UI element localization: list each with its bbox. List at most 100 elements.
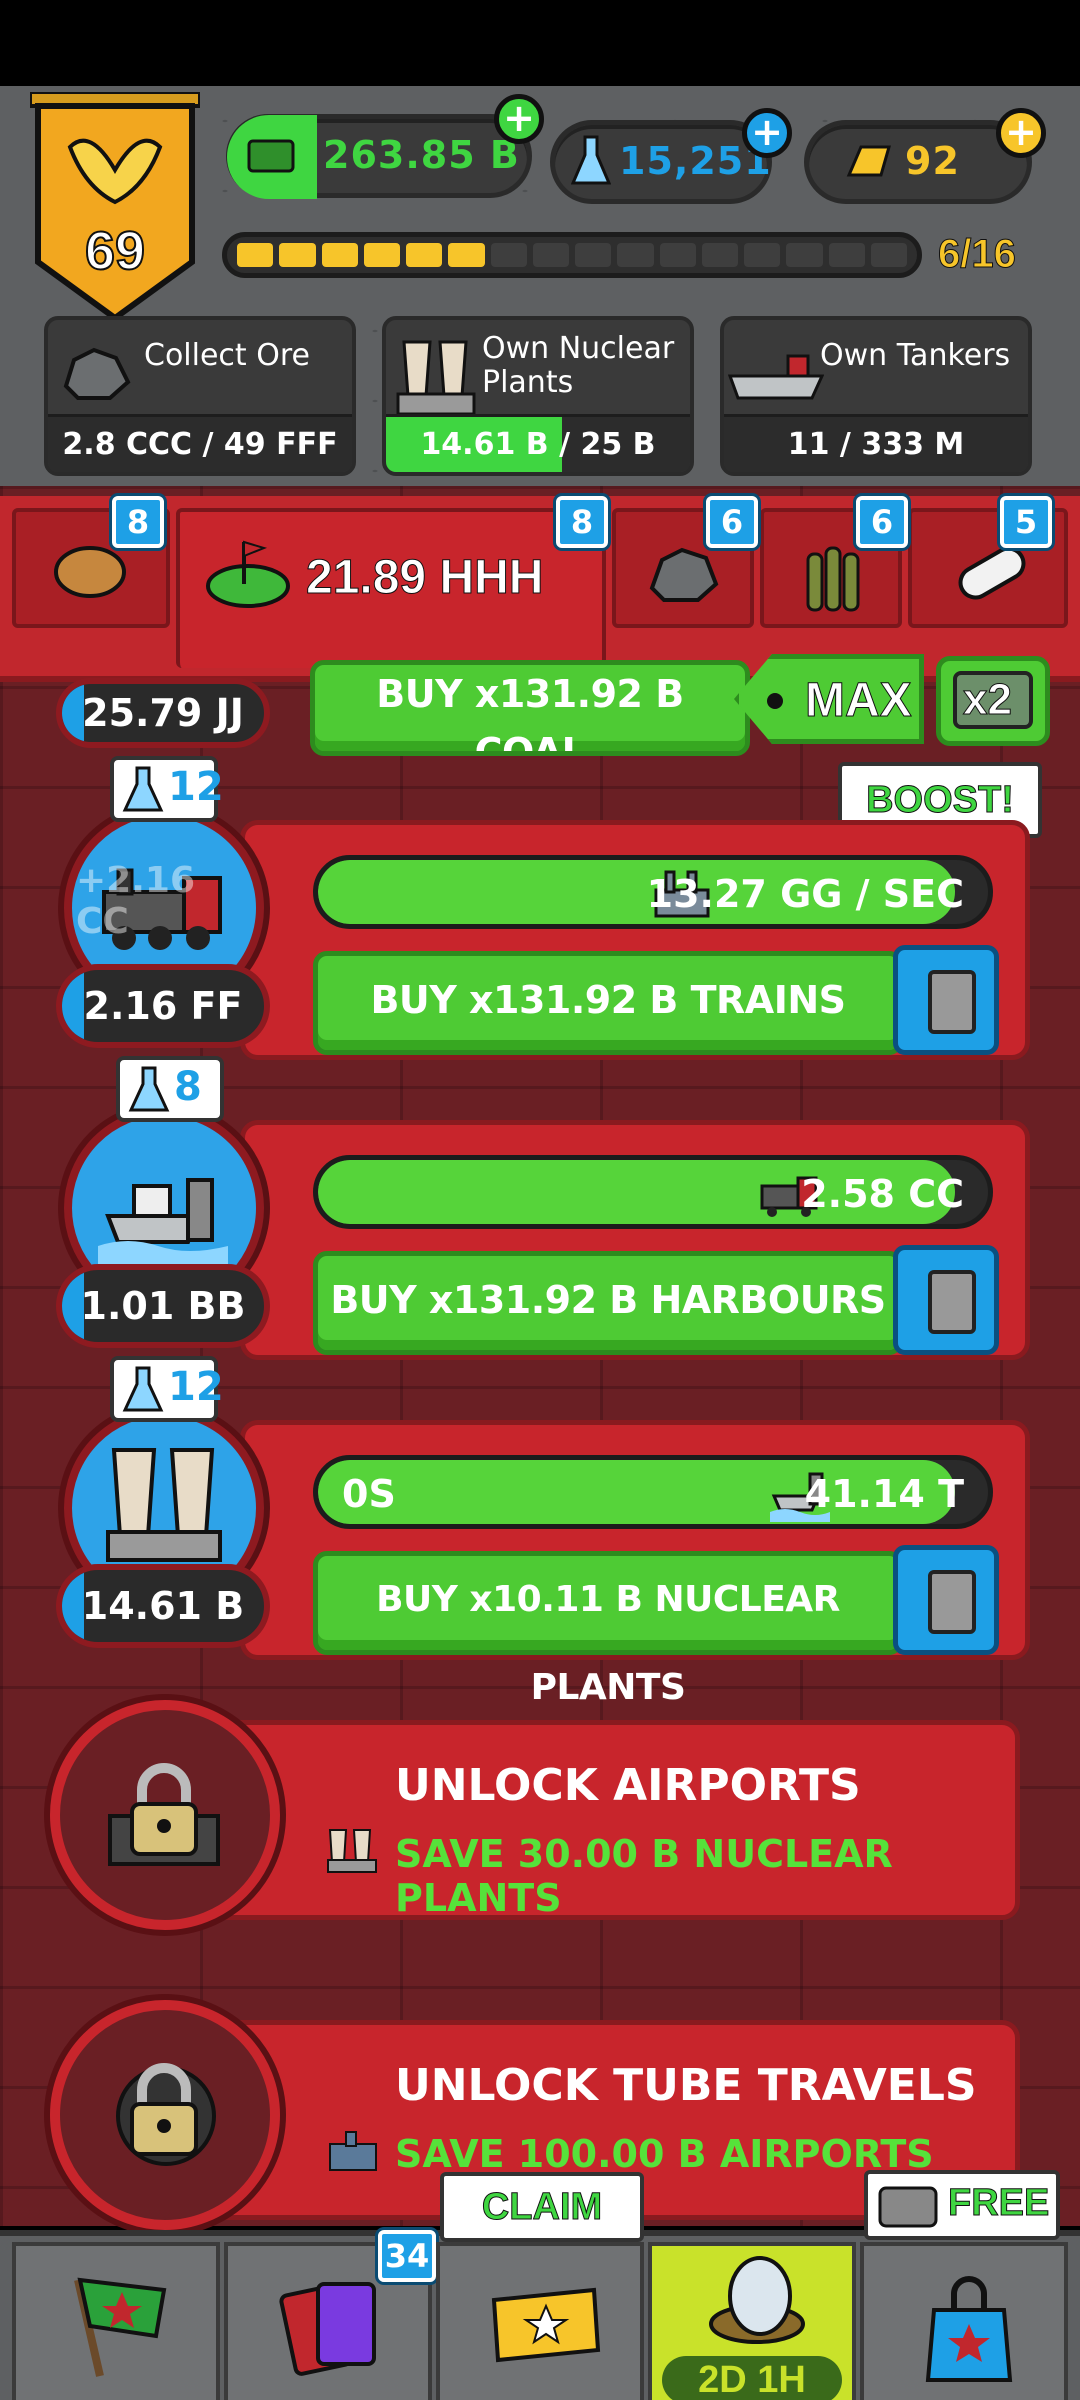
cash-counter[interactable]: 263.85 B <box>226 114 532 199</box>
science-flask-icon <box>128 1066 170 1112</box>
tab-badge: 8 <box>112 496 164 548</box>
padlock-icon <box>116 2063 216 2166</box>
count-value: 14.61 B <box>81 1584 245 1628</box>
boost-text: BOOST! <box>866 779 1015 822</box>
tab-badge: 5 <box>1000 496 1052 548</box>
add-science-button[interactable]: + <box>742 108 792 158</box>
harbours-research-badge[interactable]: 8 <box>116 1056 224 1122</box>
add-gold-button[interactable]: + <box>996 108 1046 158</box>
egg-timer: 2D 1H <box>662 2356 842 2400</box>
xp-segment <box>870 243 907 267</box>
add-cash-button[interactable]: + <box>494 94 544 144</box>
tab-badge: 6 <box>706 496 758 548</box>
goal-progress: 11 / 333 M <box>724 414 1028 472</box>
count-value: 1.01 BB <box>80 1284 246 1328</box>
cash-icon <box>227 115 317 199</box>
trains-count: 2.16 FF <box>56 964 270 1048</box>
goal-progress-value: 14.61 B / 25 B <box>420 427 656 462</box>
buy-nuclear-plants-button[interactable]: BUY x10.11 B NUCLEAR PLANTS <box>313 1551 903 1708</box>
padlock-icon <box>108 1763 220 1866</box>
unlock-title: UNLOCK TUBE TRAVELS <box>395 2060 977 2111</box>
trains-panel: 13.27 GG / SEC BUY x131.92 B TRAINS <box>240 820 1030 1060</box>
harbour-icon <box>98 1178 228 1266</box>
harbours-ad-button[interactable] <box>893 1245 999 1355</box>
tanker-ship-icon <box>728 354 824 400</box>
goal-progress-value: 11 / 333 M <box>787 427 965 462</box>
oil-field-icon <box>206 540 290 608</box>
buy-trains-button[interactable]: BUY x131.92 B TRAINS <box>313 951 903 1055</box>
xp-segment <box>532 243 569 267</box>
nuclear-plant-icon <box>106 1448 222 1562</box>
science-flask-icon <box>122 766 164 812</box>
free-offer-button[interactable]: FREE <box>864 2170 1060 2240</box>
tab-badge: 8 <box>556 496 608 548</box>
nuclear-plants-research-badge[interactable]: 12 <box>110 1356 224 1422</box>
nav-egg[interactable]: 2D 1H <box>648 2242 856 2400</box>
count-fill <box>62 684 84 742</box>
harbours-panel: 2.58 CC BUY x131.92 B HARBOURS <box>240 1120 1030 1360</box>
buy-label: BUY x131.92 B TRAINS <box>370 978 846 1022</box>
max-button[interactable]: MAX <box>734 654 924 744</box>
locked-airport-circle <box>50 1700 280 1930</box>
count-value: 2.16 FF <box>83 984 243 1028</box>
production-rate: 13.27 GG / SEC <box>646 872 964 916</box>
goal-own-nuclear-plants[interactable]: Own Nuclear Plants 14.61 B / 25 B <box>382 316 694 476</box>
cash-value: 263.85 B <box>323 133 520 177</box>
goal-collect-ore[interactable]: Collect Ore 2.8 CCC / 49 FFF <box>44 316 356 476</box>
multiplier-button[interactable]: x2 <box>936 656 1050 746</box>
unlock-requirement: SAVE 30.00 B NUCLEAR PLANTS <box>395 1832 893 1920</box>
goal-own-tankers[interactable]: Own Tankers 11 / 333 M <box>720 316 1032 476</box>
trains-ad-button[interactable] <box>893 945 999 1055</box>
cards-badge: 34 <box>378 2230 436 2282</box>
buy-harbours-button[interactable]: BUY x131.92 B HARBOURS <box>313 1251 903 1355</box>
xp-segment <box>406 243 443 267</box>
bottom-nav: 34 CLAIM 2D 1H FREE <box>0 2170 1080 2400</box>
ticket-star-icon <box>491 2287 601 2363</box>
level-number: 69 <box>84 220 146 282</box>
nav-shop[interactable] <box>860 2242 1068 2400</box>
xp-segment <box>237 243 274 267</box>
trains-production-bar: 13.27 GG / SEC <box>313 855 993 929</box>
nuclear-plant-icon <box>396 340 476 416</box>
xp-segment <box>659 243 696 267</box>
buy-label: BUY x131.92 B HARBOURS <box>330 1278 886 1322</box>
xp-segment <box>321 243 358 267</box>
nav-missions[interactable] <box>12 2242 220 2400</box>
unlock-requirement: SAVE 100.00 B AIRPORTS <box>395 2132 934 2176</box>
xp-segment <box>363 243 400 267</box>
research-level: 8 <box>174 1064 202 1110</box>
goal-progress: 2.8 CCC / 49 FFF <box>48 414 352 472</box>
science-counter[interactable]: 15,251 <box>550 120 772 204</box>
xp-segment <box>744 243 781 267</box>
ore-rock-icon <box>63 347 131 400</box>
claim-label: CLAIM <box>481 2186 603 2229</box>
goal-title: Own Nuclear Plants <box>482 331 675 400</box>
unlock-airports-row[interactable]: UNLOCK AIRPORTS SAVE 30.00 B NUCLEAR PLA… <box>50 1700 1050 1940</box>
xp-segment <box>448 243 485 267</box>
max-dot-icon <box>767 693 783 709</box>
nav-tickets[interactable] <box>436 2242 644 2400</box>
cards-icon <box>279 2282 376 2376</box>
shopping-bag-icon <box>925 2276 1013 2382</box>
claim-button[interactable]: CLAIM <box>440 2172 644 2242</box>
production-rate: 2.58 CC <box>801 1172 964 1216</box>
ammo-icon <box>806 546 860 612</box>
nuclear-plants-count: 14.61 B <box>56 1564 270 1648</box>
tab-oil-field[interactable]: 21.89 HHH <box>176 508 606 668</box>
coal-count: 25.79 JJ <box>56 678 270 748</box>
level-banner[interactable]: 69 <box>28 90 202 322</box>
science-flask-icon <box>571 135 611 185</box>
airport-icon <box>329 2131 377 2171</box>
red-star-flag-icon <box>74 2277 167 2377</box>
goal-progress: 14.61 B / 25 B <box>386 414 690 472</box>
research-level: 12 <box>168 1364 224 1410</box>
xp-segment <box>786 243 823 267</box>
nuclear-plant-icon <box>327 1829 377 1873</box>
gold-bar-icon <box>846 145 891 177</box>
max-label: MAX <box>805 674 913 728</box>
trains-research-badge[interactable]: 12 <box>110 756 224 822</box>
nuclear-plants-ad-button[interactable] <box>893 1545 999 1655</box>
production-timer: 0S <box>342 1472 396 1516</box>
buy-coal-button[interactable]: BUY x131.92 B COAL <box>310 660 750 756</box>
unlock-title: UNLOCK AIRPORTS <box>395 1760 861 1811</box>
